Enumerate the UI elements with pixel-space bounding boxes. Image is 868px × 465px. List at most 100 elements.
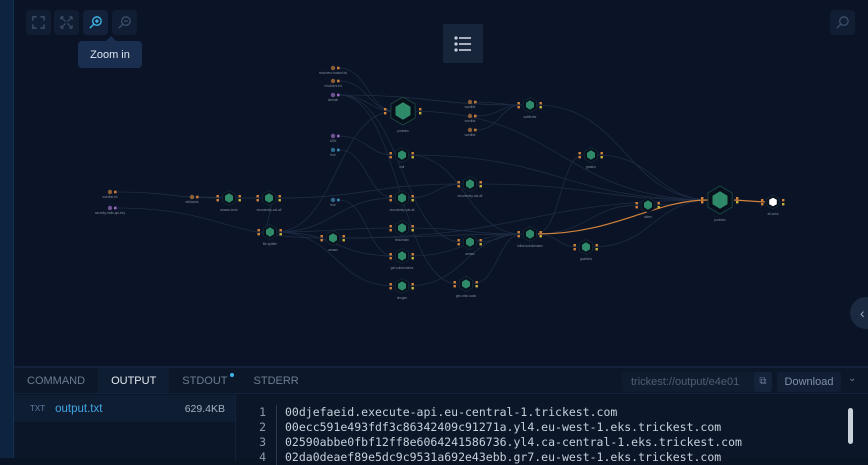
input-port (384, 108, 387, 111)
workflow-node-input[interactable]: ASN (330, 133, 340, 143)
workflow-node-tool[interactable]: get-crtsh-subs (453, 276, 478, 299)
connection-edge (338, 135, 395, 156)
workflow-node-tool[interactable]: amass (457, 234, 482, 257)
output-port (539, 106, 542, 109)
input-icon (107, 189, 113, 195)
workflow-node-input[interactable]: wordlist (465, 127, 477, 137)
input-port (517, 106, 520, 109)
tab-stdout[interactable]: STDOUT (169, 368, 240, 393)
workflow-node-input[interactable]: wordlist.txt (102, 189, 118, 199)
node-label: resolvers.txt (324, 84, 341, 88)
tab-command[interactable]: COMMAND (14, 368, 98, 393)
workflow-node-tool[interactable]: alterx (635, 197, 660, 220)
workflow-node-input[interactable]: resolvers.txt (324, 78, 342, 88)
input-port (517, 235, 520, 238)
connection-edge (475, 104, 523, 117)
tab-stderr[interactable]: STDERR (241, 368, 312, 393)
input-port (389, 225, 392, 228)
input-icon (467, 113, 473, 119)
input-port (320, 235, 323, 238)
output-port (337, 66, 340, 70)
output-port (782, 203, 785, 206)
output-panel: COMMAND OUTPUT STDOUT STDERR trickest://… (14, 366, 868, 465)
workflow-node-tool-big[interactable]: puredns (701, 185, 739, 222)
connection-edge (407, 154, 713, 201)
input-icon (330, 133, 336, 139)
workflow-node-input[interactable]: true (330, 147, 340, 157)
workflow-node-input[interactable]: wordlist (465, 113, 477, 123)
search-button[interactable] (830, 10, 855, 35)
output-port (411, 156, 414, 159)
input-icon (107, 205, 113, 211)
workflow-node-tool[interactable]: recursively-cat-all (256, 190, 282, 213)
zoom-out-button[interactable] (112, 10, 137, 35)
workflow-node-tool[interactable]: subfinder (517, 97, 542, 120)
workflow-node-tool[interactable]: amass-brute (216, 190, 241, 213)
workflow-node-tool[interactable]: initial-subdomains (517, 226, 543, 249)
output-port (411, 287, 414, 290)
output-port (474, 128, 477, 132)
output-path-field[interactable]: trickest://output/e4e01 (622, 372, 758, 392)
zoom-in-button[interactable] (83, 10, 108, 35)
connection-edge (274, 183, 463, 199)
workflow-node-tool[interactable]: get-subdomains (389, 248, 414, 271)
file-type-badge: TXT (30, 404, 46, 413)
input-port (216, 195, 219, 198)
output-port (337, 148, 340, 152)
workflow-node-input[interactable]: security-trails-api-key (95, 205, 126, 215)
zoom-in-tooltip: Zoom in (78, 36, 142, 68)
output-port (411, 253, 414, 256)
node-label: recursively-cat-all (458, 194, 483, 198)
input-port (389, 199, 392, 202)
workflow-node-input[interactable]: wordlist (465, 99, 477, 109)
workflow-graph[interactable]: resolvers-trusted.txt resolvers.txt domain… (14, 0, 868, 366)
input-icon (330, 197, 336, 203)
output-port (479, 243, 482, 246)
connection-edge (596, 154, 713, 201)
connection-edge (338, 94, 396, 112)
tab-output[interactable]: OUTPUT (98, 368, 170, 393)
workflow-node-tool[interactable]: recursively-cat-all (457, 176, 483, 199)
output-port (474, 114, 477, 118)
input-port (389, 253, 392, 256)
node-label: amass (328, 248, 338, 252)
node-list-button[interactable] (443, 24, 483, 63)
output-port (600, 152, 603, 155)
node-label: subfinder (523, 115, 537, 119)
input-port (578, 152, 581, 155)
expand-button[interactable] (54, 10, 79, 35)
workflow-node-output[interactable]: all-subs (761, 194, 785, 216)
fit-view-button[interactable] (26, 10, 51, 35)
input-port (573, 244, 576, 247)
scrollbar[interactable] (848, 408, 853, 444)
input-icon (467, 99, 473, 105)
connection-edge (471, 233, 523, 285)
download-button[interactable]: Download (777, 372, 841, 392)
panel-collapse-chevron-icon[interactable]: ⌄ (848, 373, 856, 384)
workflow-node-input[interactable]: resolvers-trusted.txt (319, 65, 347, 75)
node-label: file-splitter (263, 242, 278, 246)
node-label: puredns (397, 129, 409, 133)
workflow-node-tool-big[interactable]: puredns (384, 96, 422, 133)
workflow-node-tool[interactable]: goaltdns (573, 239, 598, 262)
output-port (337, 79, 340, 83)
node-label: wordlist.txt (102, 195, 117, 199)
workflow-node-tool[interactable]: recursively-cat-all (389, 190, 415, 213)
workflow-node-input[interactable]: domain (328, 92, 340, 102)
node-label: goaltdns (580, 257, 592, 261)
copy-path-button[interactable]: ⧉ (754, 372, 772, 392)
workflow-canvas[interactable]: resolvers-trusted.txt resolvers.txt domain… (14, 0, 868, 366)
workflow-node-input[interactable]: true (330, 197, 340, 207)
node-label: recursively-cat-all (390, 208, 415, 212)
input-port (389, 152, 392, 155)
output-port (279, 229, 282, 232)
workflow-node-input[interactable]: wildcards (185, 194, 199, 204)
file-item[interactable]: TXT output.txt 629.4KB (14, 395, 235, 422)
output-port (657, 206, 660, 209)
output-port (337, 198, 340, 202)
input-port (517, 231, 520, 234)
output-port (595, 244, 598, 247)
workflow-node-tool[interactable]: dnsgen (389, 278, 414, 301)
workflow-node-tool[interactable]: gotator (578, 147, 603, 170)
input-port (389, 283, 392, 286)
